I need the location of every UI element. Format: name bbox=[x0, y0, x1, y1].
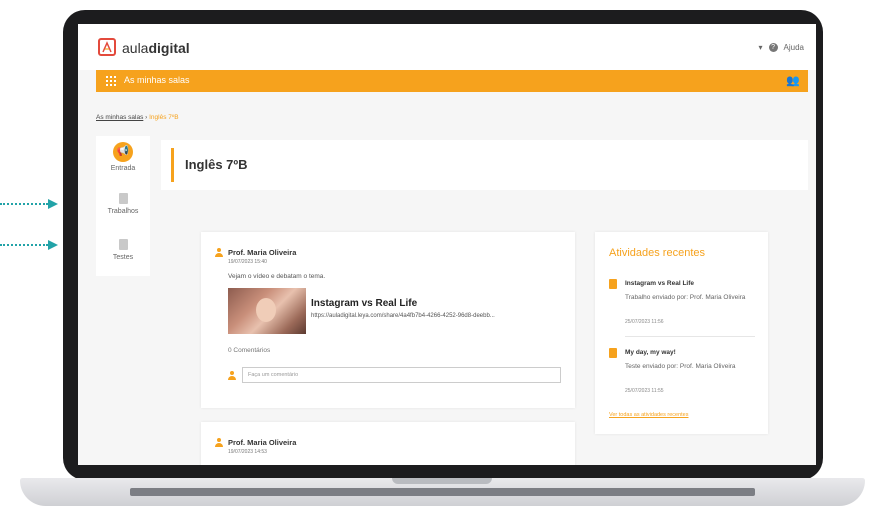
nav-item-label: Trabalhos bbox=[107, 208, 139, 215]
comments-count[interactable]: 0 Comentários bbox=[228, 347, 270, 354]
nav-item-label: Testes bbox=[112, 254, 134, 261]
divider bbox=[625, 336, 755, 337]
post-author[interactable]: Prof. Maria Oliveira bbox=[228, 248, 296, 257]
arrow-head bbox=[48, 240, 58, 250]
activity-title[interactable]: My day, my way! bbox=[625, 349, 676, 356]
breadcrumb-separator: › bbox=[145, 114, 148, 121]
nav-item-label: Entrada bbox=[110, 165, 136, 172]
activity-date: 25/07/2023 11:56 bbox=[625, 319, 664, 325]
user-icon bbox=[215, 248, 223, 257]
post-author[interactable]: Prof. Maria Oliveira bbox=[228, 438, 296, 447]
megaphone-icon: 📢 bbox=[113, 142, 133, 162]
left-nav: 📢 Entrada Trabalhos Testes bbox=[96, 136, 150, 276]
media-thumbnail[interactable] bbox=[228, 288, 306, 334]
test-icon bbox=[609, 348, 617, 358]
help-icon: ? bbox=[768, 43, 778, 52]
logo-icon[interactable] bbox=[98, 38, 116, 56]
assignment-icon bbox=[609, 279, 617, 289]
recent-activities-title: Atividades recentes bbox=[609, 247, 705, 259]
see-all-activities-link[interactable]: Ver todas as atividades recentes bbox=[609, 412, 689, 418]
document-icon bbox=[118, 193, 128, 204]
apps-grid-icon[interactable] bbox=[106, 76, 116, 86]
rooms-bar-label[interactable]: As minhas salas bbox=[124, 75, 190, 85]
page-title: Inglês 7ºB bbox=[185, 157, 248, 172]
arrow-dots bbox=[0, 203, 48, 205]
recent-activities-card: Atividades recentes Instagram vs Real Li… bbox=[595, 232, 768, 434]
user-icon bbox=[228, 371, 236, 380]
arrow-dots bbox=[0, 244, 48, 246]
breadcrumb-link-rooms[interactable]: As minhas salas bbox=[96, 114, 143, 121]
comment-input[interactable]: Faça um comentário bbox=[242, 367, 561, 383]
activity-date: 25/07/2023 11:55 bbox=[625, 388, 664, 394]
activity-title[interactable]: Instagram vs Real Life bbox=[625, 280, 694, 287]
title-accent bbox=[171, 148, 174, 182]
chevron-down-icon[interactable]: ▾ bbox=[759, 43, 763, 52]
logo-text[interactable]: auladigital bbox=[122, 40, 190, 56]
app-header: auladigital ▾ ? Ajuda bbox=[78, 24, 816, 70]
nav-item-trabalhos[interactable]: Trabalhos bbox=[96, 193, 150, 215]
breadcrumb: As minhas salas › Inglês 7ºB bbox=[96, 114, 179, 121]
user-icon bbox=[215, 438, 223, 447]
breadcrumb-current: Inglês 7ºB bbox=[149, 114, 179, 121]
post-text: Vejam o vídeo e debatam o tema. bbox=[228, 273, 326, 280]
post-card: Prof. Maria Oliveira 19/07/2023 14:53 bbox=[201, 422, 575, 465]
document-icon bbox=[118, 239, 128, 250]
media-title[interactable]: Instagram vs Real Life bbox=[311, 298, 417, 309]
logo-text-rest: digital bbox=[148, 40, 190, 56]
post-date: 19/07/2023 14:53 bbox=[228, 449, 267, 455]
room-title-card: Inglês 7ºB bbox=[161, 140, 808, 190]
activity-desc: Trabalho enviado por: Prof. Maria Olivei… bbox=[625, 294, 746, 301]
help-label[interactable]: Ajuda bbox=[784, 43, 804, 52]
laptop-notch bbox=[392, 478, 492, 484]
nav-item-testes[interactable]: Testes bbox=[96, 239, 150, 261]
users-icon[interactable]: 👥 bbox=[786, 74, 800, 87]
arrow-head bbox=[48, 199, 58, 209]
logo-text-strong: aula bbox=[122, 40, 149, 56]
post-date: 19/07/2023 15:40 bbox=[228, 259, 267, 265]
keyboard-strip bbox=[130, 488, 755, 496]
screen: auladigital ▾ ? Ajuda As minhas salas 👥 … bbox=[78, 24, 816, 465]
nav-item-entrada[interactable]: 📢 Entrada bbox=[96, 142, 150, 172]
activity-desc: Teste enviado por: Prof. Maria Oliveira bbox=[625, 363, 736, 370]
help-menu[interactable]: ▾ ? Ajuda bbox=[759, 43, 804, 52]
rooms-bar: As minhas salas 👥 bbox=[96, 70, 808, 92]
media-url[interactable]: https://auladigital.leya.com/share/4a4fb… bbox=[311, 313, 495, 319]
post-card: Prof. Maria Oliveira 19/07/2023 15:40 Ve… bbox=[201, 232, 575, 408]
